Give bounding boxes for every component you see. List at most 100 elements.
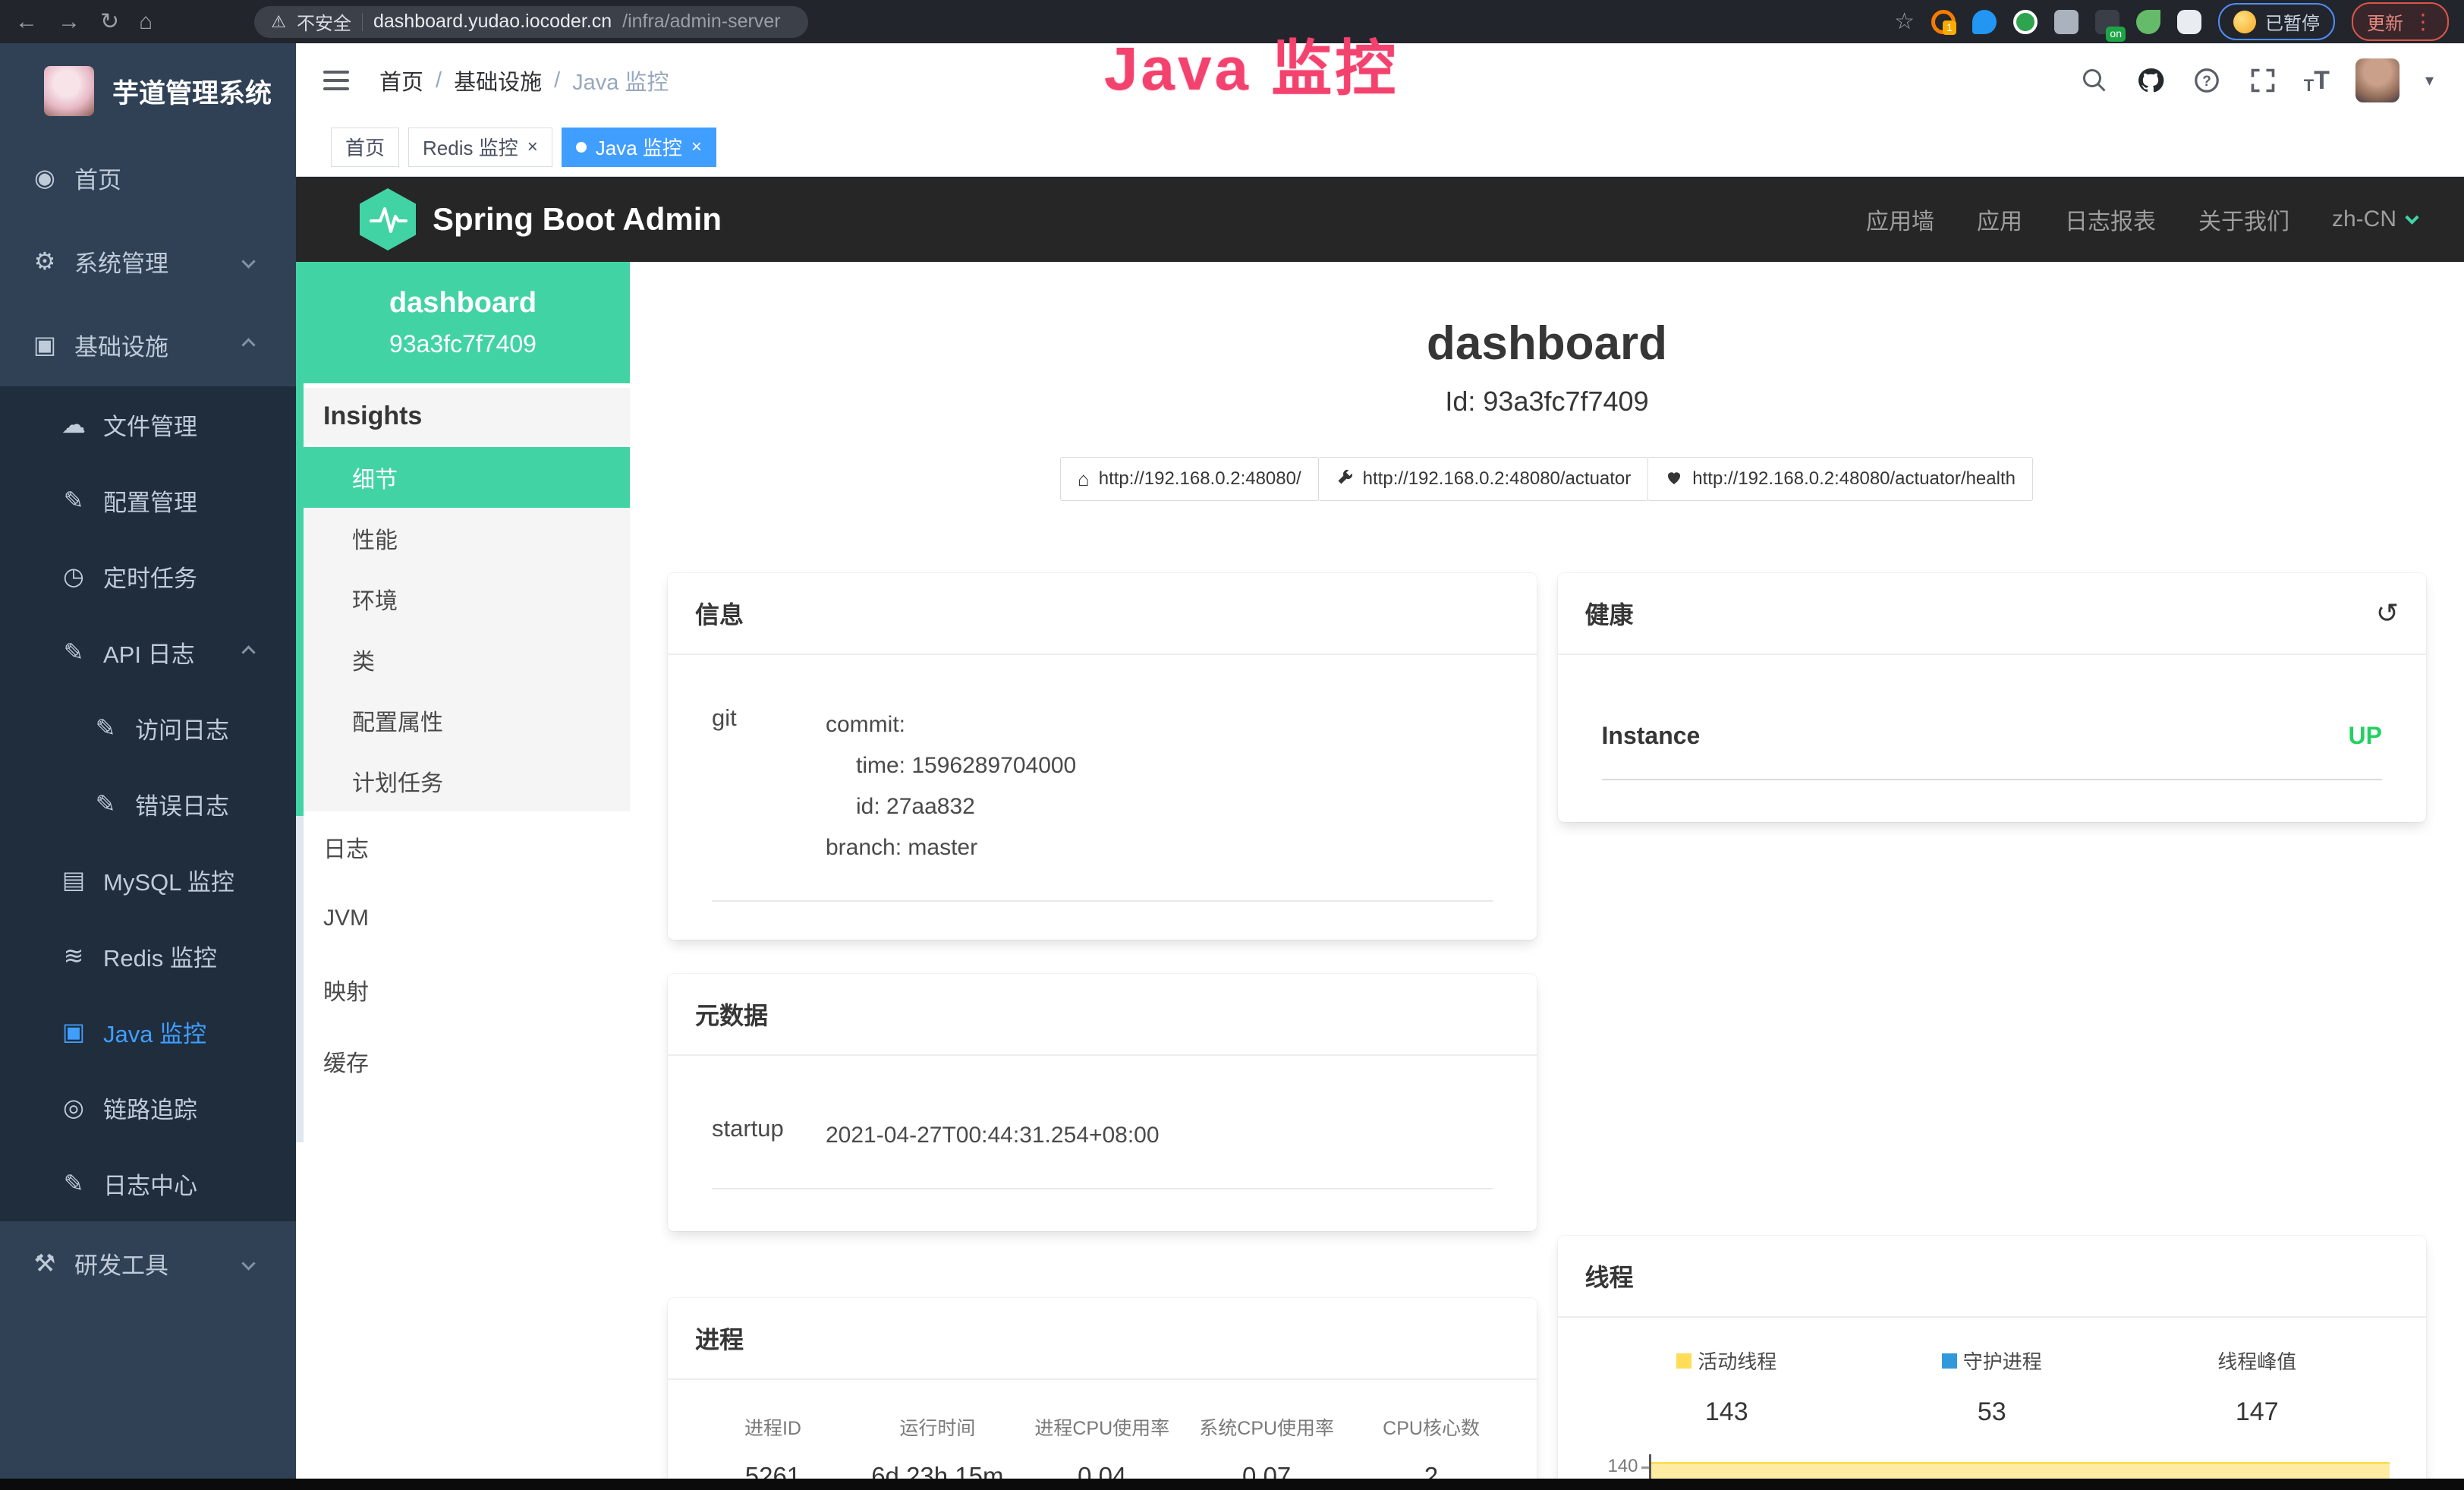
update-browser-button[interactable]: 更新 ⋮ — [2352, 2, 2449, 41]
legend-value: 143 — [1594, 1397, 1860, 1427]
service-url-button[interactable]: ⌂ http://192.168.0.2:48080/ — [1060, 457, 1319, 501]
browser-toolbar-right: ☆ 1 on 已暂停 更新 ⋮ — [1894, 2, 2449, 41]
home-icon[interactable]: ⌂ — [139, 11, 153, 33]
info-row-value: commit: time: 1596289704000 id: 27aa832 … — [826, 704, 1076, 868]
breadcrumb: 首页 / 基础设施 / Java 监控 — [379, 65, 669, 96]
tab-java-monitor[interactable]: Java 监控 × — [562, 128, 716, 167]
sba-nav-applications[interactable]: 应用 — [1977, 203, 2022, 236]
extension-icon[interactable] — [2177, 10, 2201, 34]
back-icon[interactable]: ← — [15, 11, 38, 33]
sba-menu-jvm[interactable]: JVM — [296, 883, 630, 954]
sidebar-item-infrastructure[interactable]: ▣ 基础设施 — [0, 303, 296, 386]
dashboard-icon: ◉ — [27, 163, 62, 192]
clock-icon: ◷ — [56, 562, 91, 591]
legend-peak-threads: 线程峰值 147 — [2125, 1347, 2390, 1427]
metadata-row-value: 2021-04-27T00:44:31.254+08:00 — [826, 1115, 1160, 1156]
sidebar-item-access-logs[interactable]: ✎ 访问日志 — [0, 690, 296, 766]
sba-menu-classes[interactable]: 类 — [296, 629, 630, 690]
sba-menu-scheduled-tasks[interactable]: 计划任务 — [296, 751, 630, 811]
tab-redis-monitor[interactable]: Redis 监控 × — [408, 128, 552, 167]
legend-swatch-blue — [1942, 1353, 1957, 1369]
sba-menu-mappings[interactable]: 映射 — [296, 954, 630, 1025]
sba-menu-details[interactable]: 细节 — [296, 447, 630, 508]
fullscreen-icon[interactable] — [2248, 65, 2278, 96]
paused-profile-badge[interactable]: 已暂停 — [2218, 3, 2335, 40]
sidebar-item-java-monitor[interactable]: ▣ Java 监控 — [0, 994, 296, 1069]
chevron-up-icon — [241, 645, 255, 659]
sidebar-item-config-management[interactable]: ✎ 配置管理 — [0, 462, 296, 538]
reload-icon[interactable]: ↻ — [100, 11, 119, 33]
extension-icon[interactable] — [2054, 10, 2079, 34]
url-host: dashboard.yudao.iocoder.cn — [373, 11, 612, 33]
sidebar-item-scheduled-tasks[interactable]: ◷ 定时任务 — [0, 538, 296, 614]
help-icon[interactable]: ? — [2192, 65, 2222, 96]
tab-home[interactable]: 首页 — [331, 128, 399, 167]
github-icon[interactable] — [2135, 65, 2166, 96]
extension-icon[interactable] — [2013, 10, 2038, 34]
close-icon[interactable]: × — [691, 138, 702, 156]
process-table: 进程ID 5261 运行时间 6d 23h 15m 59s 进程CPU使用率 — [668, 1380, 1537, 1490]
sidebar-item-redis-monitor[interactable]: ≋ Redis 监控 — [0, 918, 296, 994]
sba-nav-wallboard[interactable]: 应用墙 — [1866, 203, 1934, 236]
app-frame: 芋道管理系统 ◉ 首页 ⚙ 系统管理 ▣ 基础设施 ☁ — [0, 43, 2464, 1490]
extension-icon[interactable]: on — [2095, 10, 2119, 34]
extension-icon[interactable] — [2136, 10, 2160, 34]
sba-menu-section-insights: Insights — [296, 388, 630, 447]
legend-daemon-threads: 守护进程 53 — [1859, 1347, 2125, 1427]
caret-down-icon[interactable]: ▾ — [2425, 71, 2434, 90]
close-icon[interactable]: × — [527, 138, 538, 156]
sba-language-select[interactable]: zh-CN — [2332, 206, 2417, 232]
instance-name: dashboard — [389, 287, 537, 320]
sidebar-item-mysql-monitor[interactable]: ▤ MySQL 监控 — [0, 842, 296, 918]
sba-menu-metrics[interactable]: 性能 — [296, 508, 630, 569]
actuator-url-button[interactable]: http://192.168.0.2:48080/actuator — [1318, 457, 1649, 501]
extension-icon[interactable]: 1 — [1931, 10, 1956, 34]
sba-nav: 应用墙 应用 日志报表 关于我们 zh-CN — [1866, 203, 2417, 236]
legend-live-threads: 活动线程 143 — [1594, 1347, 1860, 1427]
sidebar-item-dev-tools[interactable]: ⚒ 研发工具 — [0, 1221, 296, 1305]
history-icon[interactable]: ↺ — [2376, 600, 2399, 627]
extension-on-badge: on — [2106, 27, 2126, 41]
sidebar-item-trace[interactable]: ◎ 链路追踪 — [0, 1069, 296, 1145]
sidebar-item-system[interactable]: ⚙ 系统管理 — [0, 219, 296, 303]
metadata-row-label: startup — [712, 1115, 826, 1156]
navbar-actions: ? TT ▾ — [2079, 58, 2434, 102]
sidebar-item-home[interactable]: ◉ 首页 — [0, 136, 296, 219]
forward-icon[interactable]: → — [58, 11, 80, 33]
extension-badge: 1 — [1943, 20, 1956, 35]
card-title: 元数据 — [695, 997, 768, 1032]
emoji-face-icon — [2233, 11, 2256, 33]
sidebar-item-log-center[interactable]: ✎ 日志中心 — [0, 1145, 296, 1221]
sidebar-item-api-logs[interactable]: ✎ API 日志 — [0, 614, 296, 690]
active-dot — [576, 142, 587, 153]
extension-icon[interactable] — [1972, 10, 1997, 34]
health-instance-row[interactable]: Instance UP — [1602, 722, 2383, 780]
toolbox-icon: ⚒ — [27, 1249, 62, 1277]
kebab-menu-icon: ⋮ — [2412, 9, 2434, 34]
sba-nav-about[interactable]: 关于我们 — [2198, 203, 2289, 236]
user-avatar[interactable] — [2355, 58, 2399, 102]
hamburger-icon[interactable] — [313, 63, 360, 98]
sidebar-scroll-strip — [296, 816, 304, 1142]
sba-nav-journal[interactable]: 日志报表 — [2065, 203, 2156, 236]
app-logo[interactable]: 芋道管理系统 — [0, 43, 296, 136]
instance-header[interactable]: dashboard 93a3fc7f7409 — [296, 262, 630, 383]
sba-menu-environment[interactable]: 环境 — [296, 569, 630, 629]
sba-menu-config-props[interactable]: 配置属性 — [296, 690, 630, 751]
breadcrumb-infrastructure[interactable]: 基础设施 — [454, 65, 542, 96]
sidebar-item-error-logs[interactable]: ✎ 错误日志 — [0, 766, 296, 842]
instance-id-line: Id: 93a3fc7f7409 — [668, 386, 2426, 417]
search-icon[interactable] — [2079, 65, 2110, 96]
metadata-startup-row: startup 2021-04-27T00:44:31.254+08:00 — [712, 1115, 1493, 1189]
cards-right-column: 健康 ↺ Instance UP — [1558, 573, 2427, 1490]
log-icon: ✎ — [56, 638, 91, 666]
sba-menu-caches[interactable]: 缓存 — [296, 1025, 630, 1097]
address-bar[interactable]: ⚠ 不安全 dashboard.yudao.iocoder.cn /infra/… — [254, 6, 808, 38]
sidebar-item-file-management[interactable]: ☁ 文件管理 — [0, 386, 296, 462]
breadcrumb-home[interactable]: 首页 — [379, 65, 423, 96]
health-url-button[interactable]: http://192.168.0.2:48080/actuator/health — [1647, 457, 2033, 501]
bookmark-star-icon[interactable]: ☆ — [1894, 8, 1915, 35]
font-size-icon[interactable]: TT — [2304, 66, 2330, 96]
database-icon: ▤ — [56, 865, 91, 894]
sba-menu-logs[interactable]: 日志 — [296, 811, 630, 883]
